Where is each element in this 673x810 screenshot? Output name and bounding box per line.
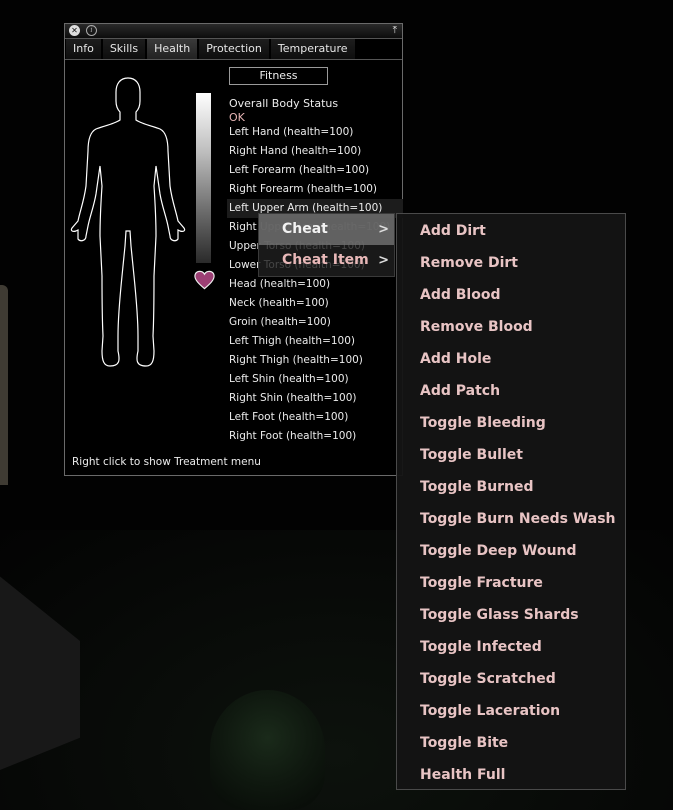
submenu-item[interactable]: Toggle Bullet bbox=[397, 439, 625, 471]
cheat-submenu: Add Dirt Remove Dirt Add Blood Remove Bl… bbox=[396, 213, 626, 790]
treatment-hint: Right click to show Treatment menu bbox=[72, 456, 261, 468]
submenu-item[interactable]: Toggle Glass Shards bbox=[397, 599, 625, 631]
submenu-item[interactable]: Remove Dirt bbox=[397, 247, 625, 279]
body-part-item[interactable]: Left Hand (health=100) bbox=[227, 123, 403, 142]
body-silhouette[interactable] bbox=[68, 76, 188, 369]
body-part-item[interactable]: Neck (health=100) bbox=[227, 294, 403, 313]
tab-skills[interactable]: Skills bbox=[102, 39, 146, 59]
health-level-bar bbox=[196, 93, 211, 263]
overall-body-status-label: Overall Body Status bbox=[229, 97, 339, 110]
body-part-item[interactable]: Right Shin (health=100) bbox=[227, 389, 403, 408]
submenu-item[interactable]: Add Patch bbox=[397, 375, 625, 407]
submenu-item[interactable]: Health Full bbox=[397, 759, 625, 791]
info-icon[interactable]: i bbox=[86, 25, 97, 36]
body-part-item[interactable]: Left Thigh (health=100) bbox=[227, 332, 403, 351]
body-part-item[interactable]: Left Forearm (health=100) bbox=[227, 161, 403, 180]
body-part-item[interactable]: Head (health=100) bbox=[227, 275, 403, 294]
body-part-item[interactable]: Left Shin (health=100) bbox=[227, 370, 403, 389]
tab-bar: Info Skills Health Protection Temperatur… bbox=[65, 39, 402, 60]
game-world-bush bbox=[210, 690, 325, 810]
body-part-item[interactable]: Right Hand (health=100) bbox=[227, 142, 403, 161]
context-menu-item-label: Cheat Item bbox=[282, 252, 369, 268]
tab-health[interactable]: Health bbox=[147, 39, 198, 59]
body-part-item[interactable]: Right Foot (health=100) bbox=[227, 427, 403, 446]
heart-icon bbox=[194, 270, 215, 290]
submenu-arrow-icon: > bbox=[378, 222, 389, 237]
body-silhouette-path bbox=[70, 77, 186, 367]
submenu-item[interactable]: Toggle Burn Needs Wash bbox=[397, 503, 625, 535]
submenu-item[interactable]: Add Dirt bbox=[397, 215, 625, 247]
tab-temperature[interactable]: Temperature bbox=[270, 39, 355, 59]
submenu-item[interactable]: Toggle Laceration bbox=[397, 695, 625, 727]
context-menu-item-cheat-item[interactable]: Cheat Item > bbox=[259, 245, 394, 276]
close-icon[interactable]: ✕ bbox=[69, 25, 80, 36]
context-menu: Cheat > Cheat Item > bbox=[258, 213, 395, 277]
submenu-item[interactable]: Toggle Fracture bbox=[397, 567, 625, 599]
context-menu-item-label: Cheat bbox=[282, 221, 328, 237]
submenu-item[interactable]: Add Hole bbox=[397, 343, 625, 375]
body-part-item[interactable]: Right Forearm (health=100) bbox=[227, 180, 403, 199]
body-part-item[interactable]: Left Foot (health=100) bbox=[227, 408, 403, 427]
submenu-item[interactable]: Toggle Bleeding bbox=[397, 407, 625, 439]
tab-info[interactable]: Info bbox=[66, 39, 101, 59]
submenu-item[interactable]: Toggle Bite bbox=[397, 727, 625, 759]
submenu-item[interactable]: Remove Blood bbox=[397, 311, 625, 343]
pin-icon[interactable]: ⤒ bbox=[393, 25, 397, 36]
tab-protection[interactable]: Protection bbox=[199, 39, 269, 59]
submenu-item[interactable]: Add Blood bbox=[397, 279, 625, 311]
submenu-arrow-icon: > bbox=[378, 253, 389, 268]
body-part-item[interactable]: Groin (health=100) bbox=[227, 313, 403, 332]
submenu-item[interactable]: Toggle Infected bbox=[397, 631, 625, 663]
window-titlebar[interactable]: ✕ i ⤒ bbox=[65, 24, 402, 39]
submenu-item[interactable]: Toggle Deep Wound bbox=[397, 535, 625, 567]
fitness-button[interactable]: Fitness bbox=[229, 67, 328, 85]
submenu-item[interactable]: Toggle Burned bbox=[397, 471, 625, 503]
game-world-building bbox=[0, 285, 8, 485]
submenu-item[interactable]: Toggle Scratched bbox=[397, 663, 625, 695]
body-part-item[interactable]: Right Thigh (health=100) bbox=[227, 351, 403, 370]
body-part-list: Left Hand (health=100) Right Hand (healt… bbox=[227, 123, 403, 446]
context-menu-item-cheat[interactable]: Cheat > bbox=[259, 214, 394, 245]
